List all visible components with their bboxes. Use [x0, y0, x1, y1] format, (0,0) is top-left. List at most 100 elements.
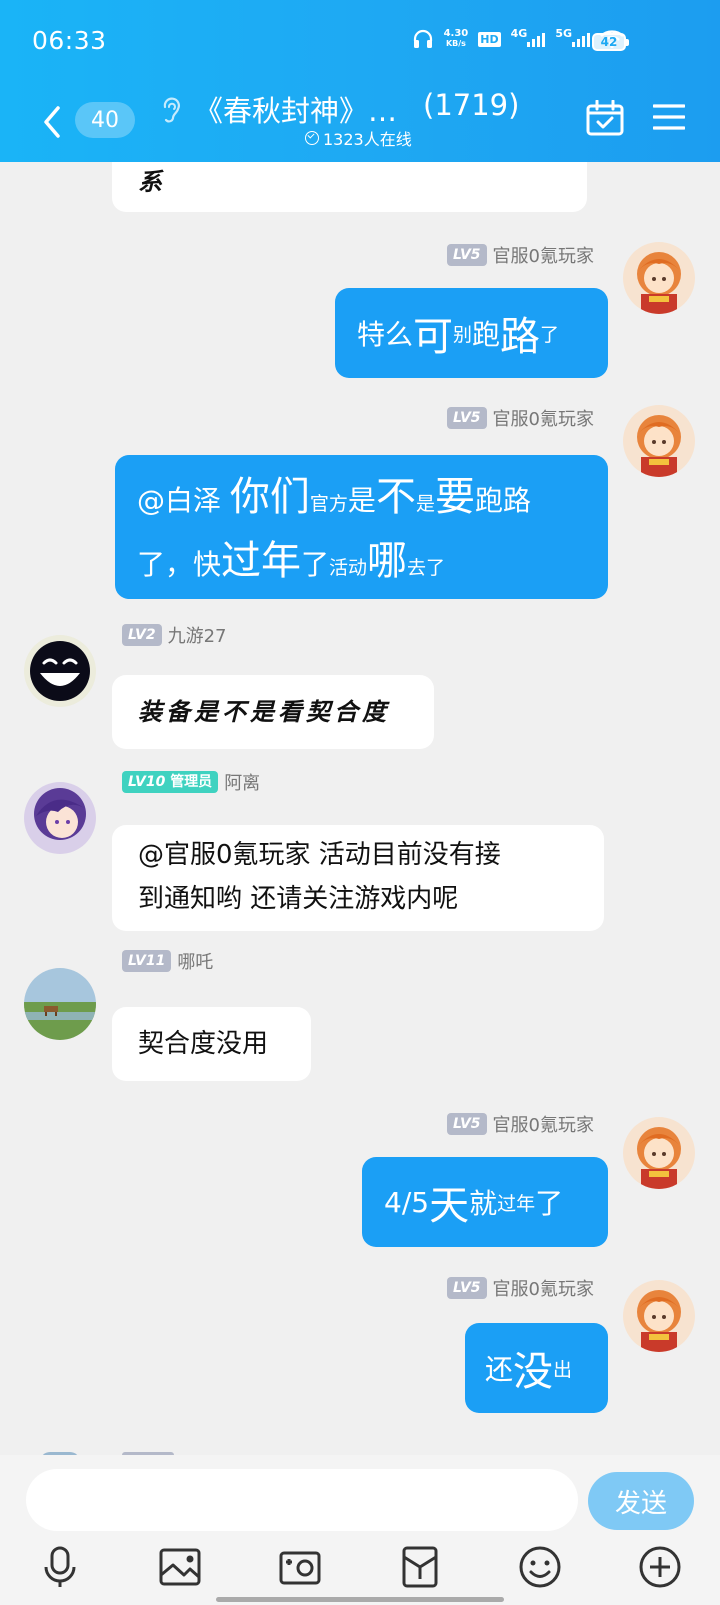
camera-icon[interactable]	[278, 1545, 322, 1589]
avatar[interactable]	[623, 1117, 695, 1189]
calendar-check-icon[interactable]	[586, 100, 624, 136]
level-badge: LV10	[128, 774, 166, 790]
message-bubble[interactable]: @白泽 你们官方是不是要跑路 了，快过年了活动哪去了	[115, 455, 608, 599]
online-check-icon	[305, 131, 319, 145]
message-text-segment: 哪	[367, 538, 408, 584]
avatar-smiley-icon	[24, 635, 96, 707]
status-time: 06:33	[32, 26, 107, 55]
message-text-segment: 你们	[229, 474, 310, 520]
role-badge: 管理员	[170, 774, 213, 790]
level-badge: LV5	[446, 244, 487, 266]
avatar-purple-hair-icon	[24, 782, 96, 854]
level-badge: LV5	[446, 1113, 487, 1135]
sender-name[interactable]: 官服0氪玩家	[493, 405, 594, 431]
plus-icon[interactable]	[638, 1545, 682, 1589]
message-text-segment: 要	[434, 474, 475, 520]
message-input[interactable]	[26, 1469, 578, 1531]
avatar[interactable]	[24, 635, 96, 707]
online-count-text: 1323人在线	[323, 130, 412, 149]
send-button[interactable]: 发送	[588, 1472, 694, 1530]
message-text-segment: 过年	[497, 1192, 536, 1215]
input-bar: 发送	[0, 1455, 720, 1605]
headphones-icon	[413, 29, 432, 48]
avatar-girl-icon	[623, 242, 695, 314]
message-bubble[interactable]: 契合度没用	[112, 1007, 311, 1081]
status-bar: 06:33 4.30 KB/s HD 4G 5G 42	[0, 0, 720, 80]
message-text-segment: 了	[301, 548, 330, 581]
ear-icon[interactable]	[160, 96, 182, 126]
message-text: 契合度没用	[138, 1029, 269, 1059]
net-speed: 4.30 KB/s	[444, 29, 469, 49]
avatar-girl-icon	[623, 1117, 695, 1189]
avatar[interactable]	[623, 405, 695, 477]
net-speed-value: 4.30	[443, 28, 469, 39]
message-list[interactable]: 系 LV5 官服0氪玩家 特么可别跑路了 LV5 官服0氪玩家 @白泽 你们官方…	[0, 162, 720, 1455]
message-text: 4/5 天就过年了	[384, 1157, 563, 1247]
avatar[interactable]	[24, 782, 96, 854]
input-toolbar	[0, 1545, 720, 1595]
avatar[interactable]	[623, 1280, 695, 1352]
message-text-segment: 不	[375, 474, 416, 520]
level-badge: LV11	[122, 950, 172, 972]
message-text-segment: 了，快	[137, 548, 222, 581]
message-text-segment: 官方	[309, 493, 348, 515]
signal-1-icon	[527, 31, 546, 47]
message-text-segment: 是	[415, 493, 435, 515]
message-bubble[interactable]: 还没出	[465, 1323, 608, 1413]
sender-name[interactable]: 阿离	[224, 769, 260, 795]
message-bubble[interactable]: 系	[112, 162, 587, 212]
message-sender-meta: LV10 管理员 阿离	[122, 769, 260, 795]
message-text-segment: 还	[485, 1353, 514, 1386]
message-text-segment: 路	[500, 314, 541, 360]
home-indicator[interactable]	[216, 1597, 504, 1602]
message-text-segment: 4/5	[384, 1185, 430, 1219]
battery-icon: 42	[592, 33, 629, 51]
message-bubble[interactable]: @官服0氪玩家 活动目前没有接 到通知哟 还请关注游戏内呢	[112, 825, 604, 931]
message-text-segment: 过年	[221, 538, 302, 584]
unread-count-badge[interactable]: 40	[75, 102, 135, 138]
sim2-network-label: 5G	[555, 26, 572, 40]
message-bubble[interactable]: 装备是不是看契合度	[112, 675, 434, 749]
back-arrow-icon[interactable]	[38, 102, 66, 142]
message-text-segment: 别	[453, 323, 473, 346]
menu-icon[interactable]	[653, 102, 685, 132]
level-badge: LV2	[122, 624, 162, 646]
image-icon[interactable]	[158, 1545, 202, 1589]
message-text-segment: 活动	[329, 557, 368, 579]
microphone-icon[interactable]	[38, 1545, 82, 1589]
message-text-segment: 特么	[357, 318, 414, 351]
message-line: @官服0氪玩家 活动目前没有接	[138, 840, 501, 870]
message-text: 系	[138, 167, 166, 196]
level-badge: LV5	[446, 407, 487, 429]
avatar[interactable]	[623, 242, 695, 314]
hd-label: HD	[478, 31, 501, 47]
avatar[interactable]	[24, 968, 96, 1040]
sender-name[interactable]: 官服0氪玩家	[493, 1275, 594, 1301]
online-status: 1323人在线	[305, 126, 412, 150]
member-count: (1719)	[423, 88, 520, 122]
chat-title[interactable]: 《春秋封神》…	[194, 88, 397, 130]
message-sender-meta: LV5 官服0氪玩家	[446, 1275, 594, 1301]
net-speed-unit: KB/s	[445, 39, 466, 48]
red-packet-icon[interactable]	[398, 1545, 442, 1589]
message-text-segment: 就	[469, 1187, 498, 1220]
emoji-icon[interactable]	[518, 1545, 562, 1589]
admin-level-badge: LV10 管理员	[122, 771, 219, 793]
message-text-segment: 跑路	[474, 484, 531, 517]
message-sender-meta: LV5 官服0氪玩家	[446, 242, 594, 268]
chat-nav-bar: 40 《春秋封神》… (1719) 1323人在线	[0, 88, 720, 158]
message-text: 装备是不是看契合度	[138, 697, 390, 726]
message-sender-meta: LV5 官服0氪玩家	[446, 1111, 594, 1137]
sender-name[interactable]: 官服0氪玩家	[493, 242, 594, 268]
message-text: 还没出	[485, 1323, 572, 1413]
sender-name[interactable]: 九游27	[168, 622, 227, 648]
message-text-segment: 可	[413, 314, 454, 360]
sender-name[interactable]: 官服0氪玩家	[493, 1111, 594, 1137]
message-bubble[interactable]: 4/5 天就过年了	[362, 1157, 608, 1247]
message-sender-meta: LV5 官服0氪玩家	[446, 405, 594, 431]
message-text-segment: @白泽	[137, 484, 230, 517]
message-bubble[interactable]: 特么可别跑路了	[335, 288, 608, 378]
sender-name[interactable]: 哪吒	[177, 948, 213, 974]
chat-header: 06:33 4.30 KB/s HD 4G 5G 42 40 《春秋封神》… (…	[0, 0, 720, 162]
message-text-segment: 是	[347, 484, 376, 517]
